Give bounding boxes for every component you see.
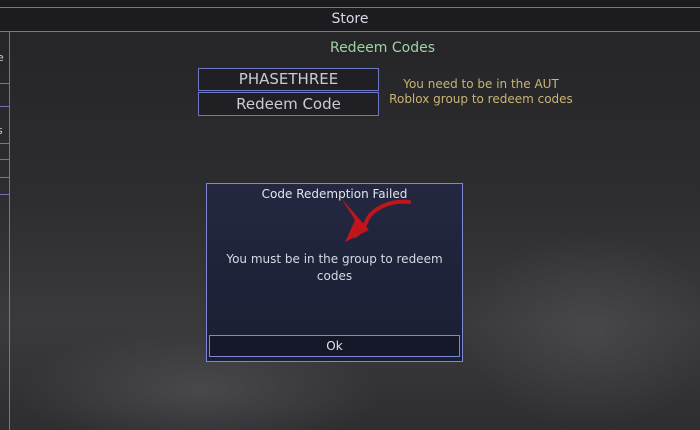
ok-button[interactable]: Ok [209,335,460,357]
redeem-code-button[interactable]: Redeem Code [198,92,379,116]
redeem-codes-title: Redeem Codes [300,40,465,56]
store-header: Store [0,7,700,32]
dialog-message-line: You must be in the group to redeem [217,251,452,268]
side-panel-divider [0,143,9,144]
side-panel: e s [0,31,10,430]
dialog-message-line: codes [217,268,452,285]
notice-line: You need to be in the AUT [386,77,576,92]
group-requirement-notice: You need to be in the AUT Roblox group t… [386,77,576,107]
code-input[interactable]: PHASETHREE [198,68,379,91]
side-panel-divider [0,31,9,32]
side-panel-tab-fragment[interactable]: s [0,124,3,137]
side-panel-divider [0,177,9,178]
side-panel-divider [0,194,9,195]
dialog-message: You must be in the group to redeem codes [217,251,452,285]
side-panel-divider [0,83,9,84]
side-panel-divider [0,159,9,160]
notice-line: Roblox group to redeem codes [386,92,576,107]
top-strip [0,0,700,7]
store-title: Store [331,11,368,27]
side-panel-divider [0,106,9,107]
red-annotation-arrow-icon [325,190,415,250]
side-panel-tab-fragment[interactable]: e [0,51,4,64]
